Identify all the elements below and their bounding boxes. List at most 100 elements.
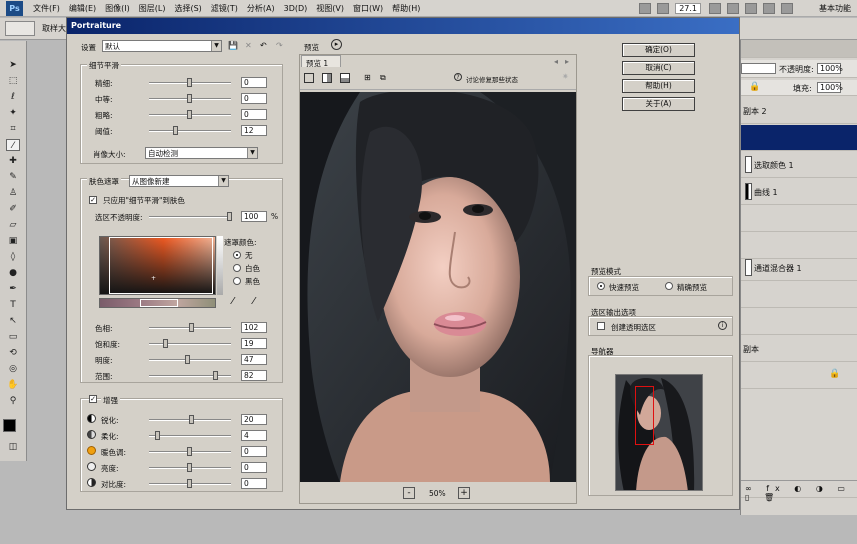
dodge-tool-icon[interactable]: ● <box>6 267 20 279</box>
gradient-tool-icon[interactable]: ▣ <box>6 235 20 247</box>
path-select-tool-icon[interactable]: ↖ <box>6 315 20 327</box>
menu-edit[interactable]: 编辑(E) <box>69 3 96 14</box>
enhance-brightness-slider[interactable] <box>149 463 231 472</box>
warmth-slider[interactable] <box>149 447 231 456</box>
new-preview-icon[interactable]: ⊞ <box>364 73 371 82</box>
layer-row[interactable]: 副本 <box>741 336 857 362</box>
menu-image[interactable]: 图像(I) <box>105 3 130 14</box>
slider-thumb[interactable] <box>227 212 232 221</box>
clone-stamp-tool-icon[interactable]: ♙ <box>6 187 20 199</box>
menu-3d[interactable]: 3D(D) <box>284 4 308 13</box>
enhance-brightness-field[interactable]: 0 <box>241 462 267 473</box>
lock-icon[interactable]: 🔒 <box>749 82 760 92</box>
hue-range-handle[interactable] <box>140 299 178 307</box>
brush-tool-icon[interactable]: ✎ <box>6 171 20 183</box>
slider-thumb[interactable] <box>173 126 178 135</box>
move-tool-icon[interactable]: ➤ <box>6 59 20 71</box>
menu-file[interactable]: 文件(F) <box>33 3 60 14</box>
saturation-field[interactable]: 19 <box>241 338 267 349</box>
mask-none-radio[interactable] <box>233 251 241 259</box>
zoom-in-button[interactable]: + <box>458 487 470 499</box>
saturation-slider[interactable] <box>149 339 231 348</box>
threshold-field[interactable]: 12 <box>241 125 267 136</box>
slider-thumb[interactable] <box>187 479 192 488</box>
coarse-field[interactable]: 0 <box>241 109 267 120</box>
brightness-field[interactable]: 47 <box>241 354 267 365</box>
layers-footer-icons[interactable]: ∞ fx ◐ ◑ ▭ ▯ 🗑 <box>745 484 857 502</box>
ok-button[interactable]: 确定(O) <box>622 43 695 57</box>
contrast-field[interactable]: 0 <box>241 478 267 489</box>
undo-icon[interactable]: ↶ <box>260 41 267 50</box>
fill-field[interactable]: 100% <box>817 82 843 93</box>
skin-color-field[interactable]: + <box>99 236 216 295</box>
split-horizontal-icon[interactable] <box>340 73 350 83</box>
layer-row-selected[interactable] <box>741 125 857 151</box>
hue-field[interactable]: 102 <box>241 322 267 333</box>
layer-row[interactable] <box>741 206 857 232</box>
tab-prev-icon[interactable]: ◂ <box>554 57 558 66</box>
warmth-field[interactable]: 0 <box>241 446 267 457</box>
range-slider[interactable] <box>149 371 231 380</box>
selection-opacity-field[interactable]: 100 <box>241 211 267 222</box>
hue-slider[interactable] <box>149 323 231 332</box>
navigator-thumbnail[interactable] <box>615 374 703 491</box>
zoom-tool-icon[interactable] <box>727 3 739 14</box>
fine-field[interactable]: 0 <box>241 77 267 88</box>
slider-thumb[interactable] <box>187 94 192 103</box>
split-vertical-icon[interactable] <box>322 73 332 83</box>
slider-thumb[interactable] <box>189 415 194 424</box>
hue-range-bar[interactable] <box>99 298 216 308</box>
fine-slider[interactable] <box>149 78 231 87</box>
tool-preset-picker[interactable] <box>5 21 35 36</box>
blur-tool-icon[interactable]: ◊ <box>6 251 20 263</box>
single-view-icon[interactable] <box>304 73 314 83</box>
menu-view[interactable]: 视图(V) <box>316 3 344 14</box>
brightness-slider[interactable] <box>149 355 231 364</box>
slider-thumb[interactable] <box>187 78 192 87</box>
pen-tool-icon[interactable]: ✒ <box>6 283 20 295</box>
compare-icon[interactable]: ⧉ <box>380 73 386 82</box>
portrait-size-select[interactable]: 自动检测 ▼ <box>145 147 258 159</box>
slider-thumb[interactable] <box>185 355 190 364</box>
mask-black-radio[interactable] <box>233 277 241 285</box>
marquee-tool-icon[interactable]: ⬚ <box>6 75 20 87</box>
range-field[interactable]: 82 <box>241 370 267 381</box>
lasso-tool-icon[interactable]: ℓ <box>6 91 20 103</box>
medium-field[interactable]: 0 <box>241 93 267 104</box>
slider-thumb[interactable] <box>187 110 192 119</box>
create-transparent-selection-checkbox[interactable] <box>597 322 605 330</box>
navigator-view-rect[interactable] <box>635 386 654 445</box>
layer-row[interactable]: 🔒 <box>741 363 857 389</box>
skin-brightness-strip[interactable] <box>217 236 223 295</box>
history-brush-tool-icon[interactable]: ✐ <box>6 203 20 215</box>
zoom-level-field[interactable]: 27.1 <box>675 3 701 14</box>
preview-tab[interactable]: 预览 1 <box>301 55 341 68</box>
type-tool-icon[interactable]: T <box>6 299 20 311</box>
sharpen-field[interactable]: 20 <box>241 414 267 425</box>
layer-row[interactable]: 选取颜色 1 <box>741 152 857 178</box>
selection-opacity-slider[interactable] <box>149 212 232 221</box>
threshold-slider[interactable] <box>149 126 231 135</box>
quick-select-tool-icon[interactable]: ✦ <box>6 107 20 119</box>
hand-tool-icon[interactable]: ✋ <box>6 379 20 391</box>
medium-slider[interactable] <box>149 94 231 103</box>
rotate-view-icon[interactable] <box>745 3 757 14</box>
minibridge-icon[interactable] <box>657 3 670 14</box>
slider-thumb[interactable] <box>155 431 160 440</box>
zoom-tool-icon[interactable]: ⚲ <box>6 395 20 407</box>
layer-row[interactable] <box>741 309 857 335</box>
3d-rotate-tool-icon[interactable]: ⟲ <box>6 347 20 359</box>
accurate-preview-radio[interactable] <box>665 282 673 290</box>
layer-row[interactable] <box>741 282 857 308</box>
bridge-icon[interactable] <box>639 3 652 14</box>
hand-tool-icon[interactable] <box>709 3 721 14</box>
slider-thumb[interactable] <box>189 323 194 332</box>
soften-field[interactable]: 4 <box>241 430 267 441</box>
opacity-field[interactable]: 100% <box>817 63 843 74</box>
crop-tool-icon[interactable]: ⌗ <box>6 123 20 135</box>
healing-brush-tool-icon[interactable]: ✚ <box>6 155 20 167</box>
fast-preview-radio[interactable] <box>597 282 605 290</box>
workspace-switcher[interactable]: 基本功能 <box>819 3 851 14</box>
eyedropper-plus-icon[interactable]: ⁄ <box>253 297 255 307</box>
menu-layer[interactable]: 图层(L) <box>139 3 166 14</box>
